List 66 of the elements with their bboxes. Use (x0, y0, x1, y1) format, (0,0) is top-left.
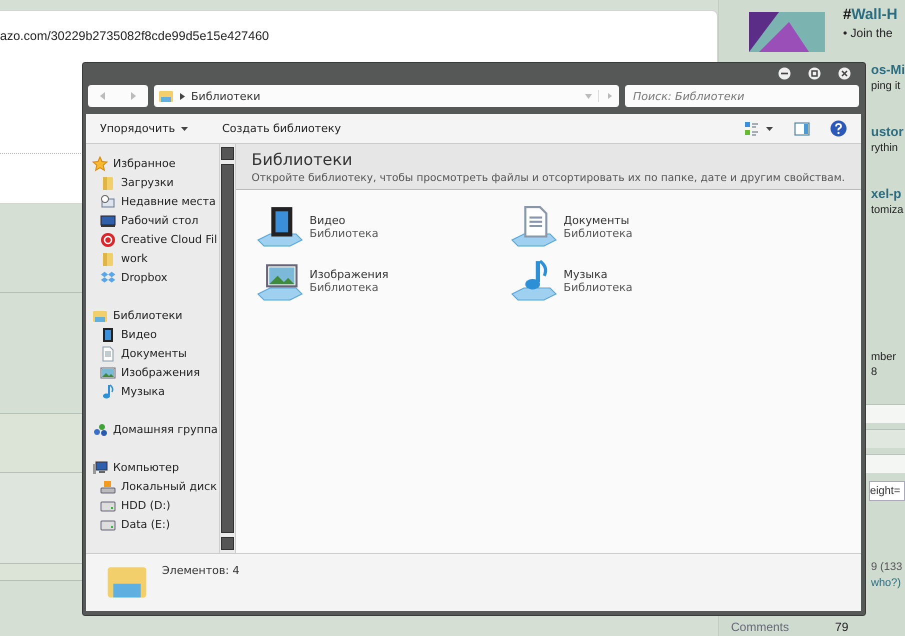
minimize-icon[interactable] (778, 66, 791, 80)
film-icon (100, 326, 116, 342)
nav-item[interactable]: Загрузки (86, 173, 219, 192)
picture-icon (100, 364, 116, 380)
content-title: Библиотеки (252, 150, 354, 169)
toolbar-button[interactable]: Упорядочить (100, 120, 188, 137)
nav-item[interactable]: HDD (D:) (86, 496, 219, 515)
nav-item[interactable]: Компьютер (86, 458, 219, 477)
maximize-icon[interactable] (808, 66, 821, 80)
document-icon (100, 346, 116, 362)
nav-item[interactable]: Библиотеки (86, 306, 219, 325)
stat-label: Comments (731, 620, 790, 636)
library-item[interactable]: Документы Библиотека (508, 204, 762, 250)
nav-item[interactable]: Локальный диск (86, 477, 219, 496)
nav-item[interactable]: Data (E:) (86, 515, 219, 534)
status-text: Элементов: 4 (162, 564, 240, 579)
info-text: 8 (871, 366, 878, 378)
nav-item[interactable]: Недавние места (86, 192, 219, 211)
nav-item[interactable]: work (86, 249, 219, 268)
url-text: azo.com/30229b2735082f8cde99d5e15e427460 (0, 28, 270, 43)
scrollbar[interactable] (218, 144, 236, 553)
nav-item[interactable]: Видео (86, 325, 219, 344)
help-icon[interactable] (830, 120, 847, 137)
stat-text: who?) (871, 577, 902, 589)
nav-item[interactable]: Избранное (86, 154, 219, 173)
post-title[interactable]: xel-p (871, 186, 905, 201)
library-item[interactable]: Изображения Библиотека (254, 258, 508, 304)
stat-text: 9 (133 (871, 561, 904, 573)
caret-icon (181, 126, 188, 130)
nav-item[interactable]: Dropbox (86, 268, 219, 287)
folder-icon (100, 174, 116, 190)
post-title[interactable]: ustor (871, 124, 905, 139)
post-text: tomiza (871, 204, 904, 216)
post-title[interactable]: os-Mi (871, 62, 905, 77)
toolbar-button[interactable]: Создать библиотеку (222, 120, 342, 137)
monitor-icon (100, 212, 116, 228)
nav-item[interactable]: Creative Cloud Fil (86, 230, 219, 249)
music-note-icon (100, 384, 116, 400)
panel-icon[interactable] (794, 120, 810, 136)
address-path: Библиотеки (191, 90, 262, 102)
nav-item[interactable]: Изображения (86, 363, 219, 382)
library-item[interactable]: Музыка Библиотека (508, 258, 762, 304)
library-item[interactable]: Видео Библиотека (254, 204, 508, 250)
input-field[interactable]: eight= (869, 481, 905, 501)
stat-value: 79 (835, 620, 848, 636)
drive-icon (100, 478, 116, 494)
network-icon (92, 422, 108, 438)
view-options-icon[interactable] (744, 120, 774, 136)
post-text: rythin (871, 142, 899, 154)
post-title[interactable]: #Wall-H (843, 6, 898, 23)
content-description: Откройте библиотеку, чтобы просмотреть файлы и отсортировать их по папке, дате и другим свойствам. (252, 172, 845, 184)
clock-monitor-icon (100, 194, 116, 210)
nav-item[interactable]: Документы (86, 344, 219, 363)
search-field[interactable]: Поиск: Библиотеки (625, 85, 859, 107)
post-text: • Join the (843, 26, 894, 40)
folder-icon (100, 250, 116, 266)
nav-item[interactable]: Рабочий стол (86, 211, 219, 230)
chevron-icon (180, 92, 185, 100)
info-text: mber (871, 351, 898, 363)
nav-item[interactable]: Музыка (86, 382, 219, 401)
post-text: ping it (871, 80, 902, 92)
computer-icon (92, 460, 108, 476)
star-icon (92, 156, 108, 172)
library-folder-icon (158, 88, 174, 104)
nav-item[interactable]: Домашняя группа (86, 420, 219, 439)
close-icon[interactable] (838, 66, 851, 80)
